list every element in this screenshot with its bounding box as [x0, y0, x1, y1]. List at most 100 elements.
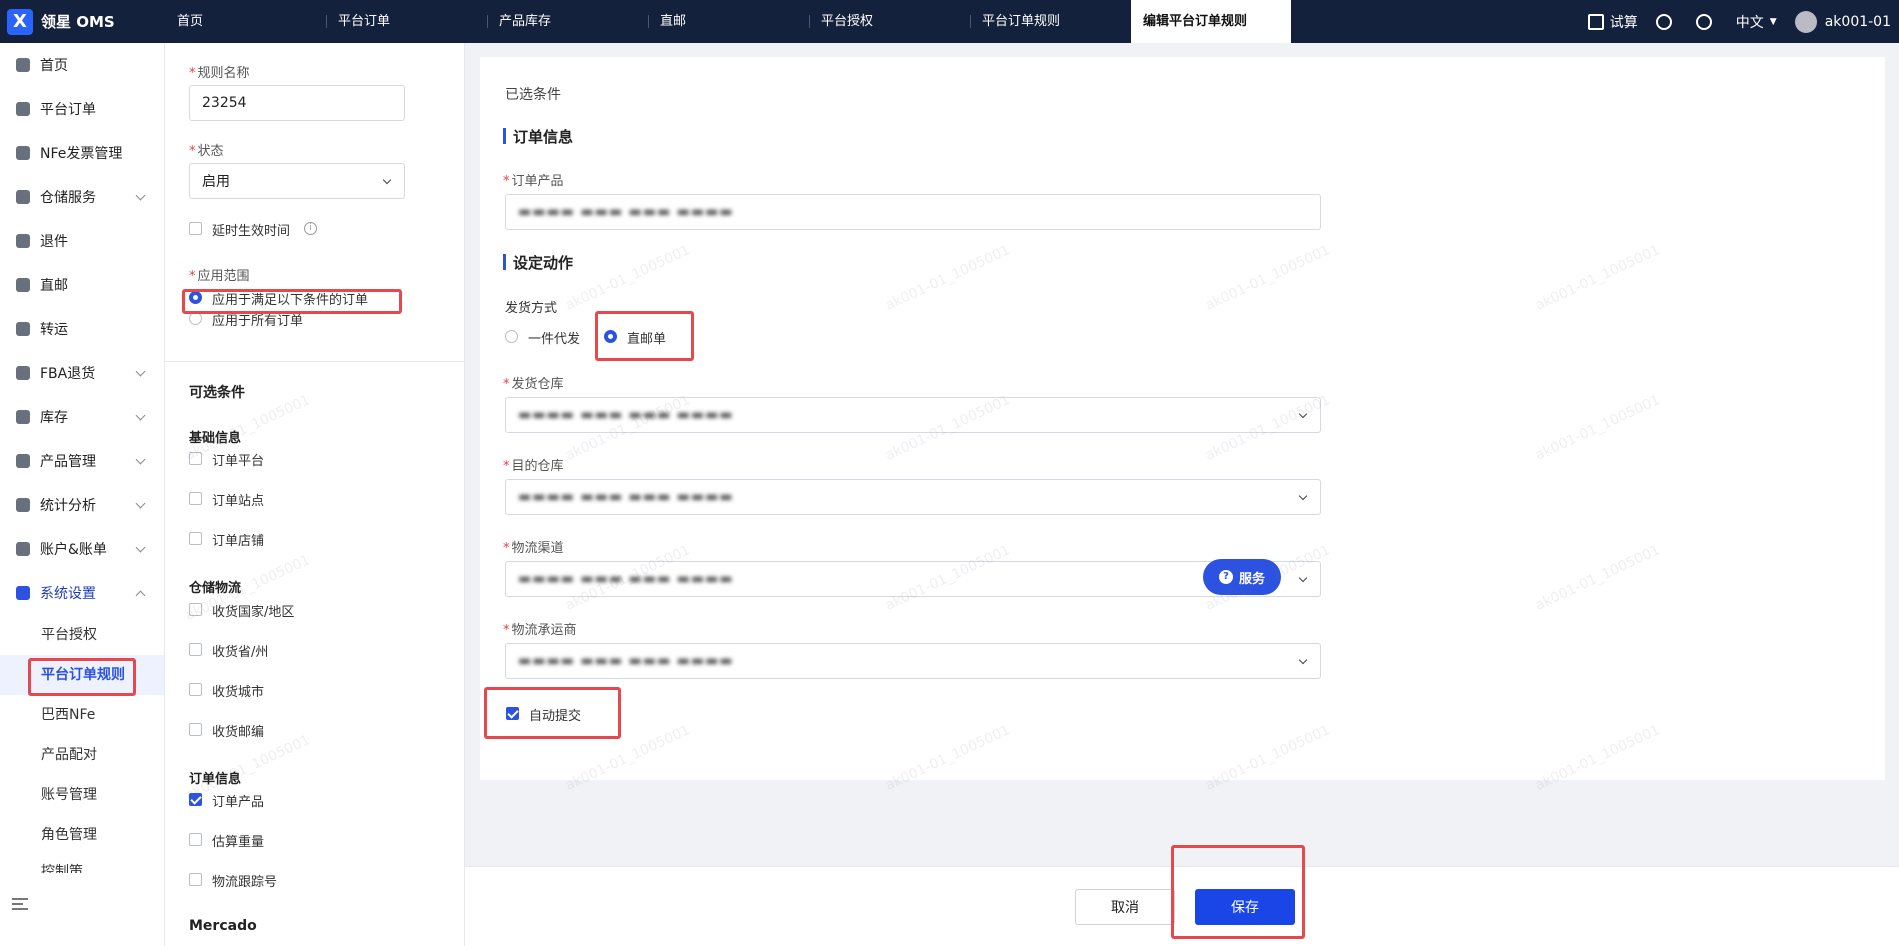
channel-label: * 物流渠道: [503, 541, 564, 556]
sidebar-sub-platform-auth[interactable]: 平台授权: [0, 615, 164, 655]
tab-product-inventory[interactable]: 产品库存: [487, 0, 648, 43]
warehouse-icon: [16, 190, 30, 204]
scope-option-conditional: 应用于满足以下条件的订单: [212, 293, 369, 308]
group-mercado: Mercado: [189, 918, 257, 934]
ship-warehouse-value: ▬▬▬▬ ▬▬▬ ▬▬▬ ▬▬▬▬: [518, 407, 734, 423]
sidebar-item-label: 退件: [40, 234, 68, 250]
action-title: 设定动作: [503, 252, 573, 273]
condition-checkbox[interactable]: [189, 452, 202, 465]
service-button[interactable]: ? 服务: [1203, 559, 1281, 595]
order-product-value: ▬▬▬▬ ▬▬▬ ▬▬▬ ▬▬▬▬: [518, 204, 734, 220]
info-icon[interactable]: i: [304, 222, 317, 235]
collapse-menu-icon[interactable]: [12, 898, 28, 910]
logo-icon: X: [7, 8, 33, 35]
sidebar-sub-order-rules[interactable]: 平台订单规则: [0, 655, 164, 695]
sidebar-sub-role-management[interactable]: 角色管理: [0, 815, 164, 855]
product-icon: [16, 454, 30, 468]
clipboard-icon: [16, 102, 30, 116]
delay-checkbox[interactable]: [189, 222, 202, 235]
ship-warehouse-select[interactable]: ▬▬▬▬ ▬▬▬ ▬▬▬ ▬▬▬▬: [505, 397, 1321, 433]
wallet-icon: [16, 542, 30, 556]
sidebar-item-label: 产品管理: [40, 454, 96, 470]
auto-submit-checkbox[interactable]: [506, 707, 519, 720]
sidebar-item-warehouse-service[interactable]: 仓储服务: [0, 175, 164, 219]
sidebar-item-system-settings[interactable]: 系统设置: [0, 571, 164, 615]
settings-button[interactable]: [1695, 13, 1718, 30]
sidebar-sub-control-policy[interactable]: 控制策: [0, 855, 164, 873]
sidebar-item-transfer[interactable]: 转运: [0, 307, 164, 351]
selected-conditions-title: 已选条件: [505, 87, 561, 103]
condition-label: 订单产品: [212, 795, 265, 810]
condition-checkbox[interactable]: [189, 492, 202, 505]
ship-warehouse-label: * 发货仓库: [503, 377, 564, 392]
ship-radio-direct[interactable]: [604, 330, 617, 343]
rule-name-input[interactable]: 23254: [189, 85, 405, 121]
sidebar-item-nfe-invoice[interactable]: NFe发票管理: [0, 131, 164, 175]
sidebar-item-label: 仓储服务: [40, 190, 96, 206]
condition-label: 收货城市: [212, 685, 265, 700]
condition-checkbox[interactable]: [189, 603, 202, 616]
condition-checkbox[interactable]: [189, 873, 202, 886]
dest-warehouse-select[interactable]: ▬▬▬▬ ▬▬▬ ▬▬▬ ▬▬▬▬: [505, 479, 1321, 515]
sidebar-item-account-billing[interactable]: 账户&账单: [0, 527, 164, 571]
tab-order-rules[interactable]: 平台订单规则: [970, 0, 1131, 43]
calculator-icon: [1587, 13, 1604, 30]
top-navigation-bar: X 领星 OMS 首页 平台订单 产品库存 直邮 平台授权 平台订单规则 编辑平…: [0, 0, 1899, 43]
order-product-label: * 订单产品: [503, 174, 564, 189]
language-select[interactable]: 中文 ▼: [1736, 12, 1777, 32]
sidebar-sub-brazil-nfe[interactable]: 巴西NFe: [0, 695, 164, 735]
tab-home[interactable]: 首页: [165, 0, 326, 43]
condition-checkbox[interactable]: [189, 532, 202, 545]
trial-calc-button[interactable]: 试算: [1587, 12, 1638, 32]
sidebar-item-inventory[interactable]: 库存: [0, 395, 164, 439]
sidebar-item-home[interactable]: 首页: [0, 43, 164, 87]
chevron-down-icon: [135, 366, 146, 377]
gear-icon: [1695, 13, 1712, 30]
scope-label: * 应用范围: [189, 269, 250, 284]
condition-checkbox[interactable]: [189, 833, 202, 846]
condition-checkbox[interactable]: [189, 723, 202, 736]
group-basic-info: 基础信息: [189, 431, 242, 446]
carrier-value: ▬▬▬▬ ▬▬▬ ▬▬▬ ▬▬▬▬: [518, 653, 734, 669]
status-select[interactable]: 启用: [189, 163, 405, 199]
download-button[interactable]: [1655, 13, 1678, 30]
divider: [165, 361, 464, 362]
carrier-label: * 物流承运商: [503, 623, 577, 638]
sidebar-item-label: 首页: [40, 58, 68, 74]
app-logo[interactable]: X 领星 OMS: [0, 0, 165, 43]
settings-hex-icon: [16, 586, 30, 600]
user-menu[interactable]: ak001-01: [1794, 10, 1891, 33]
sidebar-item-product-management[interactable]: 产品管理: [0, 439, 164, 483]
tab-direct-mail[interactable]: 直邮: [648, 0, 809, 43]
sidebar-item-label: 直邮: [40, 278, 68, 294]
sidebar-item-returns[interactable]: 退件: [0, 219, 164, 263]
dest-warehouse-value: ▬▬▬▬ ▬▬▬ ▬▬▬ ▬▬▬▬: [518, 489, 734, 505]
save-button[interactable]: 保存: [1195, 889, 1295, 925]
carrier-select[interactable]: ▬▬▬▬ ▬▬▬ ▬▬▬ ▬▬▬▬: [505, 643, 1321, 679]
order-product-input[interactable]: ▬▬▬▬ ▬▬▬ ▬▬▬ ▬▬▬▬: [505, 194, 1321, 230]
sidebar-sub-product-pairing[interactable]: 产品配对: [0, 735, 164, 775]
sidebar-item-direct-mail[interactable]: 直邮: [0, 263, 164, 307]
cancel-button[interactable]: 取消: [1075, 889, 1175, 925]
tab-edit-order-rule[interactable]: 编辑平台订单规则: [1131, 0, 1291, 43]
tab-platform-auth[interactable]: 平台授权: [809, 0, 970, 43]
amazon-icon: [16, 366, 30, 380]
sidebar-item-fba-returns[interactable]: FBA退货: [0, 351, 164, 395]
dest-warehouse-label: * 目的仓库: [503, 459, 564, 474]
scope-radio-all[interactable]: [189, 312, 202, 325]
scope-radio-conditional[interactable]: [189, 291, 202, 304]
rule-detail-card: 已选条件 订单信息 * 订单产品 ▬▬▬▬ ▬▬▬ ▬▬▬ ▬▬▬▬ 设定动作 发…: [480, 57, 1885, 780]
ship-radio-dropship[interactable]: [505, 330, 518, 343]
channel-select[interactable]: ▬▬▬▬ ▬▬▬ ▬▬▬ ▬▬▬▬: [505, 561, 1321, 597]
chevron-down-icon: [1298, 409, 1308, 419]
sidebar-sub-account-management[interactable]: 账号管理: [0, 775, 164, 815]
condition-checkbox[interactable]: [189, 683, 202, 696]
ship-method-label: 发货方式: [505, 301, 558, 316]
group-order-info: 订单信息: [189, 772, 242, 787]
condition-checkbox-checked[interactable]: [189, 793, 202, 806]
condition-checkbox[interactable]: [189, 643, 202, 656]
tab-platform-orders[interactable]: 平台订单: [326, 0, 487, 43]
sidebar-item-statistics[interactable]: 统计分析: [0, 483, 164, 527]
sidebar-item-platform-orders[interactable]: 平台订单: [0, 87, 164, 131]
logo-text: 领星 OMS: [41, 13, 115, 31]
